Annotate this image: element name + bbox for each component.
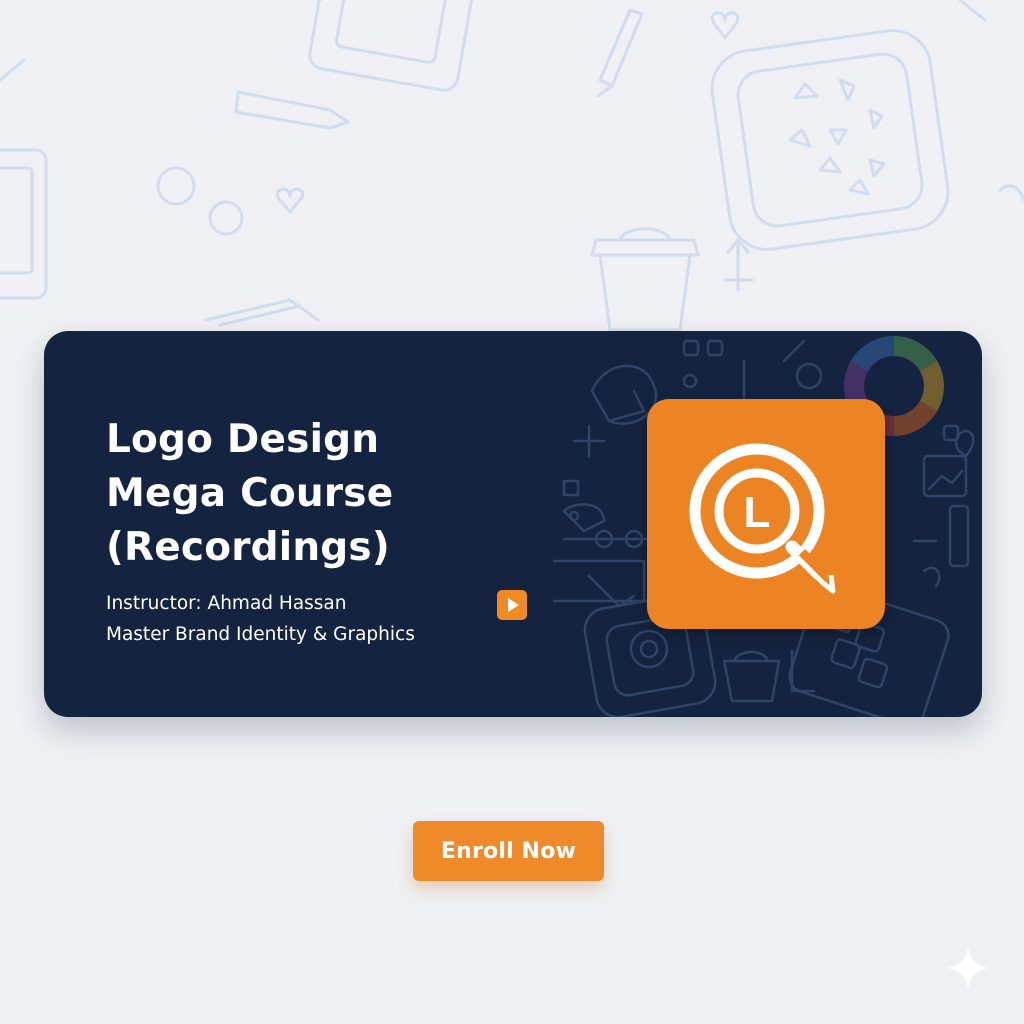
instructor-name: Instructor: Ahmad Hassan — [106, 593, 347, 614]
course-title-line-1: Logo Design — [106, 417, 380, 462]
course-logo: L — [647, 399, 885, 629]
course-title-line-3: (Recordings) — [106, 525, 390, 570]
course-title-line-2: Mega Course — [106, 471, 394, 516]
enroll-now-button[interactable]: Enroll Now — [413, 821, 604, 881]
course-tagline: Master Brand Identity & Graphics — [106, 624, 415, 645]
course-title: Logo Design Mega Course (Recordings) — [106, 413, 393, 575]
magnifier-pencil-logo-icon: L — [689, 443, 836, 594]
sparkle-icon — [946, 946, 990, 990]
play-icon — [508, 598, 519, 612]
play-button[interactable] — [497, 590, 527, 620]
course-banner: Logo Design Mega Course (Recordings) Ins… — [44, 331, 982, 717]
logo-letter: L — [744, 488, 771, 537]
